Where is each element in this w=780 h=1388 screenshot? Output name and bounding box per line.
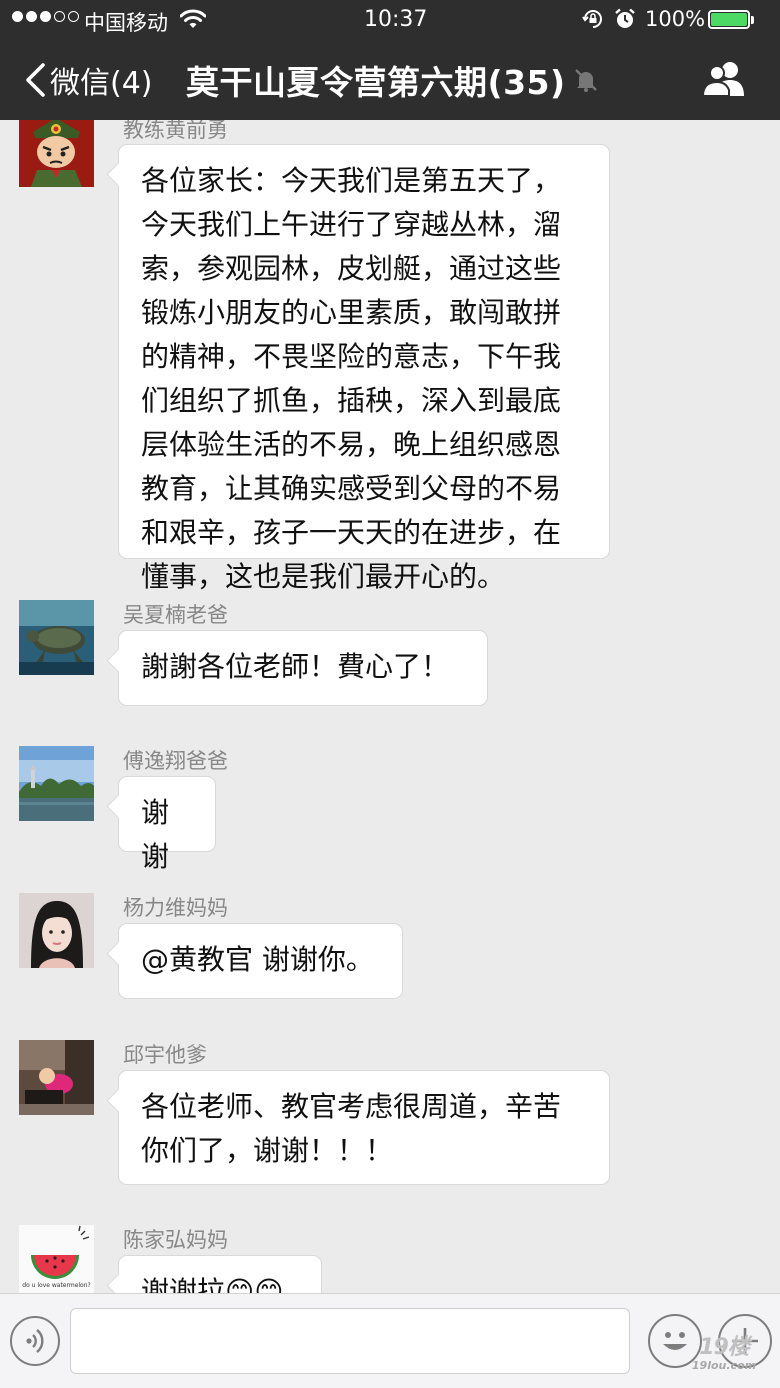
wifi-icon <box>179 8 207 35</box>
signal-dot <box>12 11 23 22</box>
top-bar: 中国移动 10:37 100% 微信(4) 莫干山夏令营第六期(35) <box>0 0 780 120</box>
signal-dot <box>26 11 37 22</box>
voice-button[interactable] <box>10 1316 60 1366</box>
lake-landscape-photo-icon <box>19 746 94 821</box>
rotation-lock-icon <box>582 8 604 35</box>
back-button[interactable]: 微信(4) <box>24 58 153 102</box>
site-watermark: 19楼 19lou.com <box>684 1336 764 1376</box>
sender-name: 杨力维妈妈 <box>123 896 228 920</box>
sender-name: 邱宇他爹 <box>123 1043 207 1067</box>
message-text: 各位老师、教官考虑很周道，辛苦 你们了，谢谢！！！ <box>141 1085 589 1173</box>
chat-area[interactable]: 教练黄前勇 各位家长：今天我们是第五天了， 今天我们上午进行了穿越丛林，溜 索，… <box>0 120 780 1293</box>
sea-turtle-photo-icon <box>19 600 94 675</box>
back-chevron-icon <box>26 63 45 97</box>
message-text: 谢谢拉😊😊 <box>141 1275 284 1293</box>
avatar[interactable]: do u love watermelon? <box>19 1225 94 1293</box>
avatar[interactable] <box>19 893 94 968</box>
group-members-icon[interactable] <box>701 60 746 102</box>
avatar[interactable] <box>19 1040 94 1115</box>
battery-icon <box>708 10 754 29</box>
message-text: 謝謝各位老師！費心了！ <box>141 650 450 683</box>
nav-bar: 微信(4) 莫干山夏令营第六期(35) <box>0 40 780 120</box>
sender-name: 陈家弘妈妈 <box>123 1228 228 1252</box>
clock-time: 10:37 <box>364 7 428 32</box>
sender-name: 教练黄前勇 <box>123 120 228 142</box>
message-bubble[interactable]: 各位老师、教官考虑很周道，辛苦 你们了，谢谢！！！ <box>118 1070 610 1185</box>
message-line: 教育，让其确实感受到父母的不易 <box>141 472 562 505</box>
soldier-cartoon-avatar-icon <box>19 120 94 187</box>
message-line: 今天我们上午进行了穿越丛林，溜 <box>141 208 562 241</box>
message-line: 和艰辛，孩子一天天的在进步，在 <box>141 516 562 549</box>
watermark-domain: 19lou.com <box>691 1359 757 1372</box>
status-bar: 中国移动 10:37 100% <box>0 0 780 40</box>
signal-dot <box>68 11 79 22</box>
back-label: 微信(4) <box>50 66 153 101</box>
avatar[interactable] <box>19 746 94 821</box>
message-bubble[interactable]: 謝謝各位老師！費心了！ <box>118 630 488 706</box>
signal-dot <box>40 11 51 22</box>
message-text: 各位家长：今天我们是第五天了， 今天我们上午进行了穿越丛林，溜 索，参观园林，皮… <box>141 159 589 599</box>
carrier-name: 中国移动 <box>84 11 168 35</box>
avatar[interactable] <box>19 600 94 675</box>
avatar[interactable] <box>19 120 94 187</box>
message-line: 懂事，这也是我们最开心的。 <box>141 560 506 593</box>
alarm-icon <box>614 8 636 35</box>
message-line: 锻炼小朋友的心里素质，敢闯敢拼 <box>141 296 562 329</box>
message-line: 索，参观园林，皮划艇，通过这些 <box>141 252 562 285</box>
battery-percent: 100% <box>645 7 706 31</box>
message-line: 层体验生活的不易，晚上组织感恩 <box>141 428 562 461</box>
child-photo-icon <box>19 1040 94 1115</box>
woman-portrait-photo-icon <box>19 893 94 968</box>
signal-dot <box>54 11 65 22</box>
message-line: 们组织了抓鱼，插秧，深入到最底 <box>141 384 562 417</box>
message-input[interactable] <box>70 1308 630 1374</box>
message-bubble[interactable]: 各位家长：今天我们是第五天了， 今天我们上午进行了穿越丛林，溜 索，参观园林，皮… <box>118 144 610 593</box>
message-text: 谢谢 <box>141 796 170 873</box>
message-bubble[interactable]: 谢谢 <box>118 776 216 873</box>
message-line: 的精神，不畏坚险的意志，下午我 <box>141 340 562 373</box>
message-line: 你们了，谢谢！！！ <box>141 1134 394 1167</box>
sender-name: 傅逸翔爸爸 <box>123 749 228 773</box>
signal-strength-icon <box>12 11 79 22</box>
input-bar: 19楼 19lou.com <box>0 1293 780 1388</box>
message-line: 各位家长：今天我们是第五天了， <box>141 164 562 197</box>
message-text: @黄教官 谢谢你。 <box>141 943 374 976</box>
sender-name: 吴夏楠老爸 <box>123 603 228 627</box>
chat-title: 莫干山夏令营第六期(35) <box>186 63 566 102</box>
battery-fill <box>711 13 747 26</box>
message-line: 各位老师、教官考虑很周道，辛苦 <box>141 1090 562 1123</box>
message-bubble[interactable]: @黄教官 谢谢你。 <box>118 923 403 999</box>
voice-icon <box>26 1329 44 1353</box>
message-bubble[interactable]: 谢谢拉😊😊 <box>118 1255 322 1293</box>
avatar-caption: do u love watermelon? <box>22 1282 91 1289</box>
watermark-logo: 19楼 <box>699 1335 750 1360</box>
mute-bell-icon <box>573 67 599 97</box>
